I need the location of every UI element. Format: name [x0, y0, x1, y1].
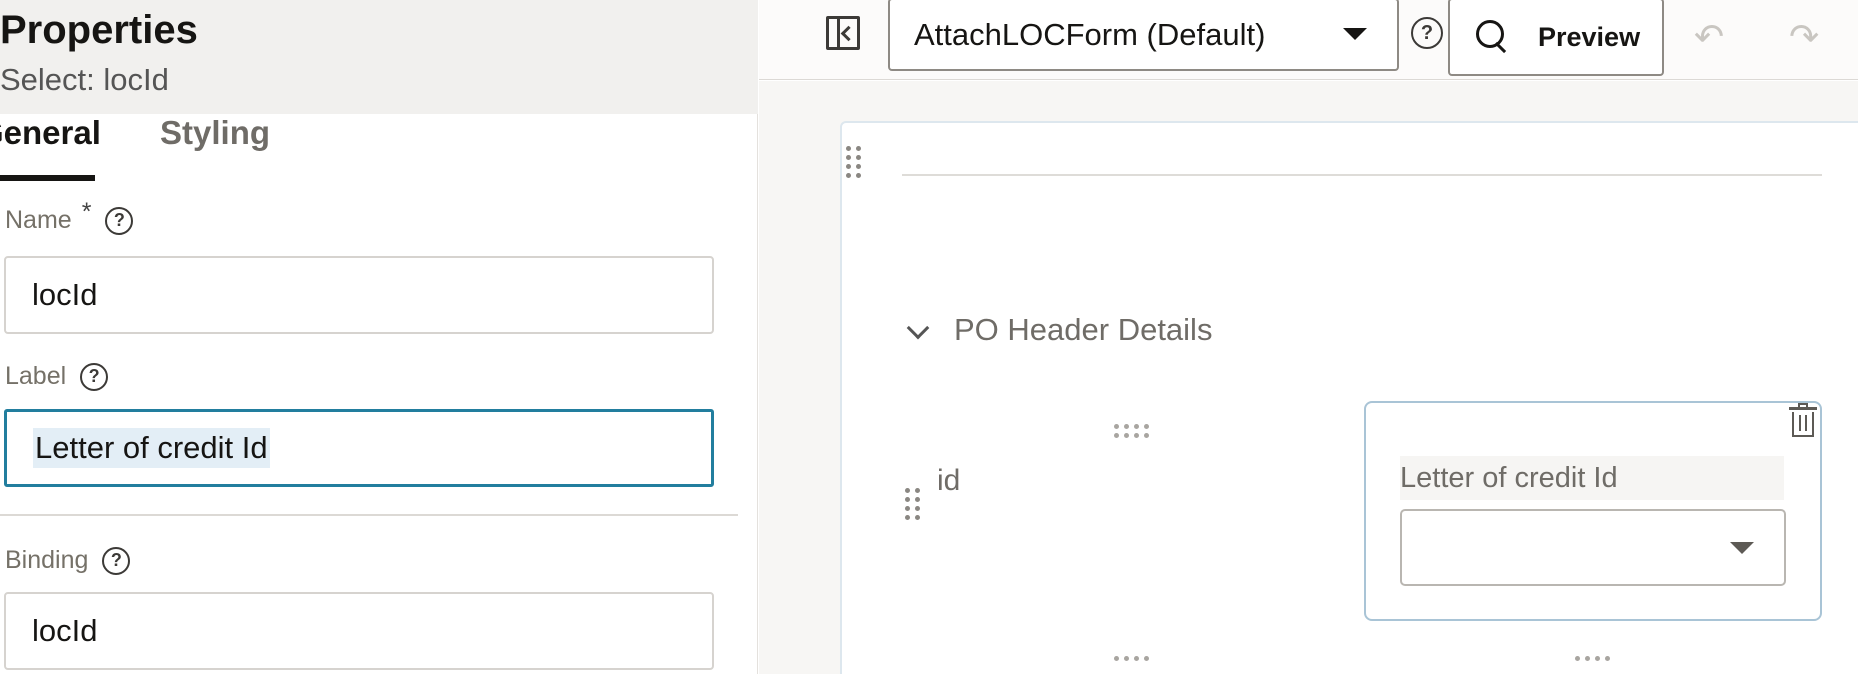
preview-label: Preview	[1538, 21, 1641, 52]
help-icon[interactable]: ?	[105, 206, 134, 235]
caret-down-icon	[1343, 28, 1367, 40]
section-title[interactable]: PO Header Details	[954, 312, 1212, 348]
properties-panel: Properties Select: locId General Styling…	[0, 0, 758, 674]
active-tab-indicator	[0, 175, 95, 181]
search-icon	[1476, 20, 1510, 54]
tab-general[interactable]: General	[0, 114, 101, 152]
name-input-value: locId	[32, 277, 98, 312]
help-icon[interactable]: ?	[1411, 17, 1443, 49]
binding-input-value: locId	[32, 613, 98, 648]
form-layout-select[interactable]: AttachLOCForm (Default)	[888, 0, 1399, 71]
caret-down-icon	[1730, 542, 1754, 554]
trash-icon[interactable]	[1789, 403, 1817, 437]
card-divider	[902, 174, 1822, 176]
binding-input[interactable]: locId	[4, 592, 714, 670]
preview-button[interactable]: Preview	[1448, 0, 1664, 76]
id-field-label[interactable]: id	[937, 464, 960, 498]
properties-header: Properties Select: locId	[0, 0, 758, 114]
tab-styling[interactable]: Styling	[160, 114, 270, 152]
name-label-text: Name	[5, 206, 72, 234]
help-icon[interactable]: ?	[102, 546, 131, 575]
name-input[interactable]: locId	[4, 256, 714, 334]
redo-icon[interactable]: ↷	[1789, 16, 1819, 58]
panel-toggle-icon[interactable]	[826, 16, 860, 50]
drag-handle-icon[interactable]	[905, 488, 920, 520]
binding-label-text: Binding	[5, 546, 89, 574]
drag-handle-icon[interactable]	[1575, 656, 1610, 661]
binding-field-label: Binding ?	[5, 546, 131, 575]
drag-handle-icon[interactable]	[1114, 424, 1149, 438]
form-select-value: AttachLOCForm (Default)	[914, 16, 1266, 52]
page-title: Properties	[0, 8, 198, 52]
help-icon[interactable]: ?	[80, 362, 109, 391]
name-field-label: Name * ?	[5, 198, 134, 235]
label-input[interactable]: Letter of credit Id	[4, 409, 714, 487]
label-field-label: Label ?	[5, 362, 109, 391]
loc-select[interactable]	[1400, 509, 1786, 586]
loc-field-label: Letter of credit Id	[1400, 456, 1784, 500]
drag-handle-icon[interactable]	[1114, 656, 1149, 661]
undo-icon[interactable]: ↶	[1694, 16, 1724, 58]
selection-subtitle: Select: locId	[0, 62, 169, 97]
label-input-value: Letter of credit Id	[33, 428, 270, 468]
drag-handle-icon[interactable]	[846, 146, 861, 178]
required-indicator: *	[81, 198, 92, 226]
section-divider	[0, 514, 738, 516]
label-label-text: Label	[5, 362, 67, 390]
